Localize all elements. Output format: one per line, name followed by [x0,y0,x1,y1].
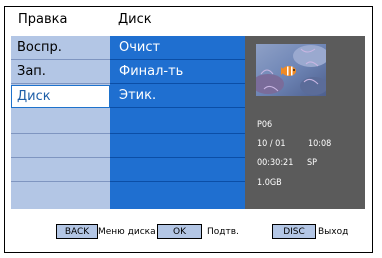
ok-label: Подтв. [207,227,239,237]
divider [11,157,110,158]
divider [11,133,110,134]
disc-info-panel: P06 10 / 01 10:08 00:30:21 SP 1.0GB [245,36,365,209]
header-disc: Диск [118,12,152,27]
menu-item-disc[interactable]: Диск [11,85,110,108]
disc-label: Выход [318,227,349,237]
dvd-recorder-screen: Правка Диск Воспр. Зап. Диск Очист Финал… [0,0,382,258]
submenu-item-finalize[interactable]: Финал-ть [110,60,245,83]
menu-item-play[interactable]: Воспр. [11,36,110,59]
sub-menu: Очист Финал-ть Этик. [110,36,245,209]
record-time: 10:08 [308,139,332,149]
coral-reef-fish-thumbnail [256,44,326,96]
divider [110,157,245,158]
submenu-item-label[interactable]: Этик. [110,84,245,107]
header-edit: Правка [18,12,68,27]
divider [110,107,245,108]
divider [110,133,245,134]
disc-button[interactable]: DISC [272,224,316,239]
record-duration: 00:30:21 [257,158,294,168]
ok-button[interactable]: OK [157,224,202,239]
main-menu: Воспр. Зап. Диск [11,36,110,209]
menu-item-record[interactable]: Зап. [11,60,110,83]
record-date: 10 / 01 [257,139,286,149]
divider [110,181,245,182]
disc-title: P06 [257,120,273,130]
disc-size: 1.0GB [257,178,282,188]
divider [11,181,110,182]
back-label: Меню диска [98,227,156,237]
back-button[interactable]: BACK [56,224,98,239]
record-mode: SP [307,158,318,168]
divider [11,83,110,84]
submenu-item-erase[interactable]: Очист [110,36,245,59]
